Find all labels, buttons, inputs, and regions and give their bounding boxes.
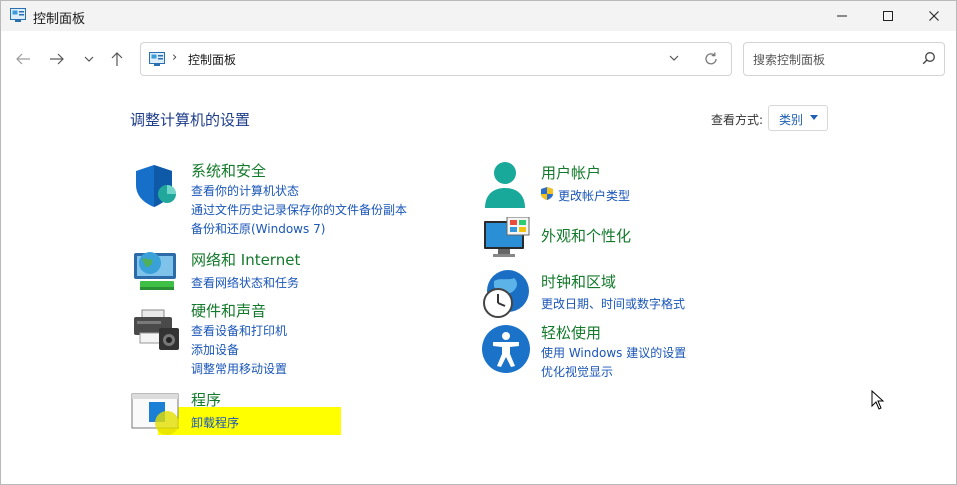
close-button[interactable]	[911, 1, 956, 31]
highlight-dot	[155, 411, 179, 435]
maximize-button[interactable]	[865, 1, 911, 31]
link-change-account-type[interactable]: 更改帐户类型	[558, 187, 630, 204]
back-button[interactable]	[10, 46, 36, 72]
view-by-value[interactable]: 类别	[779, 111, 803, 128]
link-change-date-time-format[interactable]: 更改日期、时间或数字格式	[541, 295, 685, 312]
dropdown-arrow-icon[interactable]	[810, 115, 818, 120]
clock-region-icon	[483, 270, 529, 318]
breadcrumb-separator[interactable]: ›	[172, 50, 177, 65]
security-shield-icon	[136, 165, 176, 207]
link-network-status[interactable]: 查看网络状态和任务	[191, 274, 299, 291]
network-globe-icon	[134, 252, 176, 290]
address-dropdown-icon[interactable]	[667, 51, 681, 65]
arrow-up-icon	[111, 52, 123, 66]
category-appearance-personalization[interactable]: 外观和个性化	[541, 225, 631, 246]
arrow-right-icon	[50, 53, 64, 65]
link-view-computer-status[interactable]: 查看你的计算机状态	[191, 182, 299, 199]
mouse-cursor-icon	[871, 390, 885, 410]
up-button[interactable]	[104, 46, 130, 72]
minimize-icon	[837, 15, 847, 17]
category-hardware-sound[interactable]: 硬件和声音	[191, 300, 266, 321]
window-title: 控制面板	[33, 12, 86, 27]
control-panel-icon	[10, 8, 26, 22]
maximize-icon	[883, 11, 893, 21]
appearance-monitor-icon	[484, 217, 530, 257]
uac-shield-icon	[541, 187, 553, 200]
link-uninstall-program[interactable]: 卸载程序	[191, 414, 239, 431]
link-add-device[interactable]: 添加设备	[191, 341, 239, 358]
category-ease-of-access[interactable]: 轻松使用	[541, 322, 601, 343]
link-optimize-visual-display[interactable]: 优化视觉显示	[541, 363, 613, 380]
search-icon[interactable]	[922, 51, 936, 65]
view-by-dropdown[interactable]: 类别	[768, 105, 828, 131]
navigation-bar: › 控制面板 搜索控制面板	[1, 31, 956, 87]
address-bar[interactable]: › 控制面板	[140, 42, 732, 76]
control-panel-window: 控制面板 › 控制面板 搜索控制面板 调整计算机的设置 查看方式: 类别 系统和…	[0, 0, 957, 485]
category-clock-region[interactable]: 时钟和区域	[541, 271, 616, 292]
category-user-accounts[interactable]: 用户帐户	[541, 162, 601, 183]
link-mobility-settings[interactable]: 调整常用移动设置	[191, 360, 287, 377]
search-input[interactable]: 搜索控制面板	[753, 51, 825, 68]
title-bar: 控制面板	[1, 1, 956, 31]
category-programs[interactable]: 程序	[191, 389, 221, 410]
link-backup-restore[interactable]: 备份和还原(Windows 7)	[191, 220, 325, 237]
close-icon	[929, 11, 939, 21]
category-network-internet[interactable]: 网络和 Internet	[191, 249, 300, 270]
view-by-label: 查看方式:	[711, 113, 764, 127]
link-windows-recommended-settings[interactable]: 使用 Windows 建议的设置	[541, 344, 686, 361]
refresh-icon[interactable]	[703, 51, 719, 67]
user-accounts-icon	[485, 162, 525, 208]
link-file-history-backup[interactable]: 通过文件历史记录保存你的文件备份副本	[191, 201, 407, 218]
category-system-security[interactable]: 系统和安全	[191, 160, 266, 181]
breadcrumb-control-panel[interactable]: 控制面板	[188, 51, 236, 68]
printer-speaker-icon	[134, 309, 179, 350]
chevron-down-icon	[84, 56, 94, 62]
link-devices-printers[interactable]: 查看设备和打印机	[191, 322, 287, 339]
recent-locations-button[interactable]	[76, 46, 102, 72]
forward-button[interactable]	[44, 46, 70, 72]
arrow-left-icon	[16, 53, 30, 65]
page-title: 调整计算机的设置	[130, 111, 251, 129]
control-panel-icon	[149, 52, 165, 66]
ease-of-access-icon	[482, 325, 530, 373]
search-box[interactable]: 搜索控制面板	[743, 42, 945, 76]
highlight-marker	[158, 407, 341, 435]
minimize-button[interactable]	[819, 1, 865, 31]
